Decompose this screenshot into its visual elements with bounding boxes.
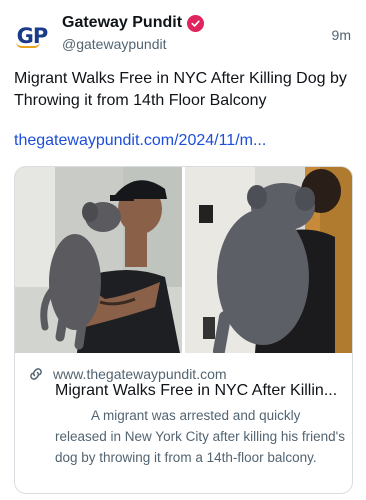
card-description: A migrant was arrested and quickly relea… [55,408,345,465]
account-name-row[interactable]: Gateway Pundit [62,14,205,32]
card-media[interactable] [15,167,352,353]
logo-swoosh [16,42,40,48]
card-domain-row[interactable]: www.thegatewaypundit.com [27,365,227,383]
card-title[interactable]: Migrant Walks Free in NYC After Killin..… [55,382,347,400]
post-timestamp[interactable]: 9m [332,27,351,43]
link-preview-card[interactable]: www.thegatewaypundit.com Migrant Walks F… [14,166,353,494]
card-domain[interactable]: www.thegatewaypundit.com [53,366,227,382]
photo-man-hugging-dog[interactable] [185,167,352,353]
post-text: Migrant Walks Free in NYC After Killing … [14,70,347,109]
link-icon [30,368,42,380]
account-name[interactable]: Gateway Pundit [62,14,182,32]
post-header: GP Gateway Pundit @gatewaypundit 9m [0,0,366,64]
verified-badge-icon [187,14,205,32]
account-handle[interactable]: @gatewaypundit [62,36,167,52]
post-link[interactable]: thegatewaypundit.com/2024/11/m... [14,132,266,150]
avatar[interactable]: GP [12,16,52,56]
photo-man-with-puppy[interactable] [15,167,182,353]
